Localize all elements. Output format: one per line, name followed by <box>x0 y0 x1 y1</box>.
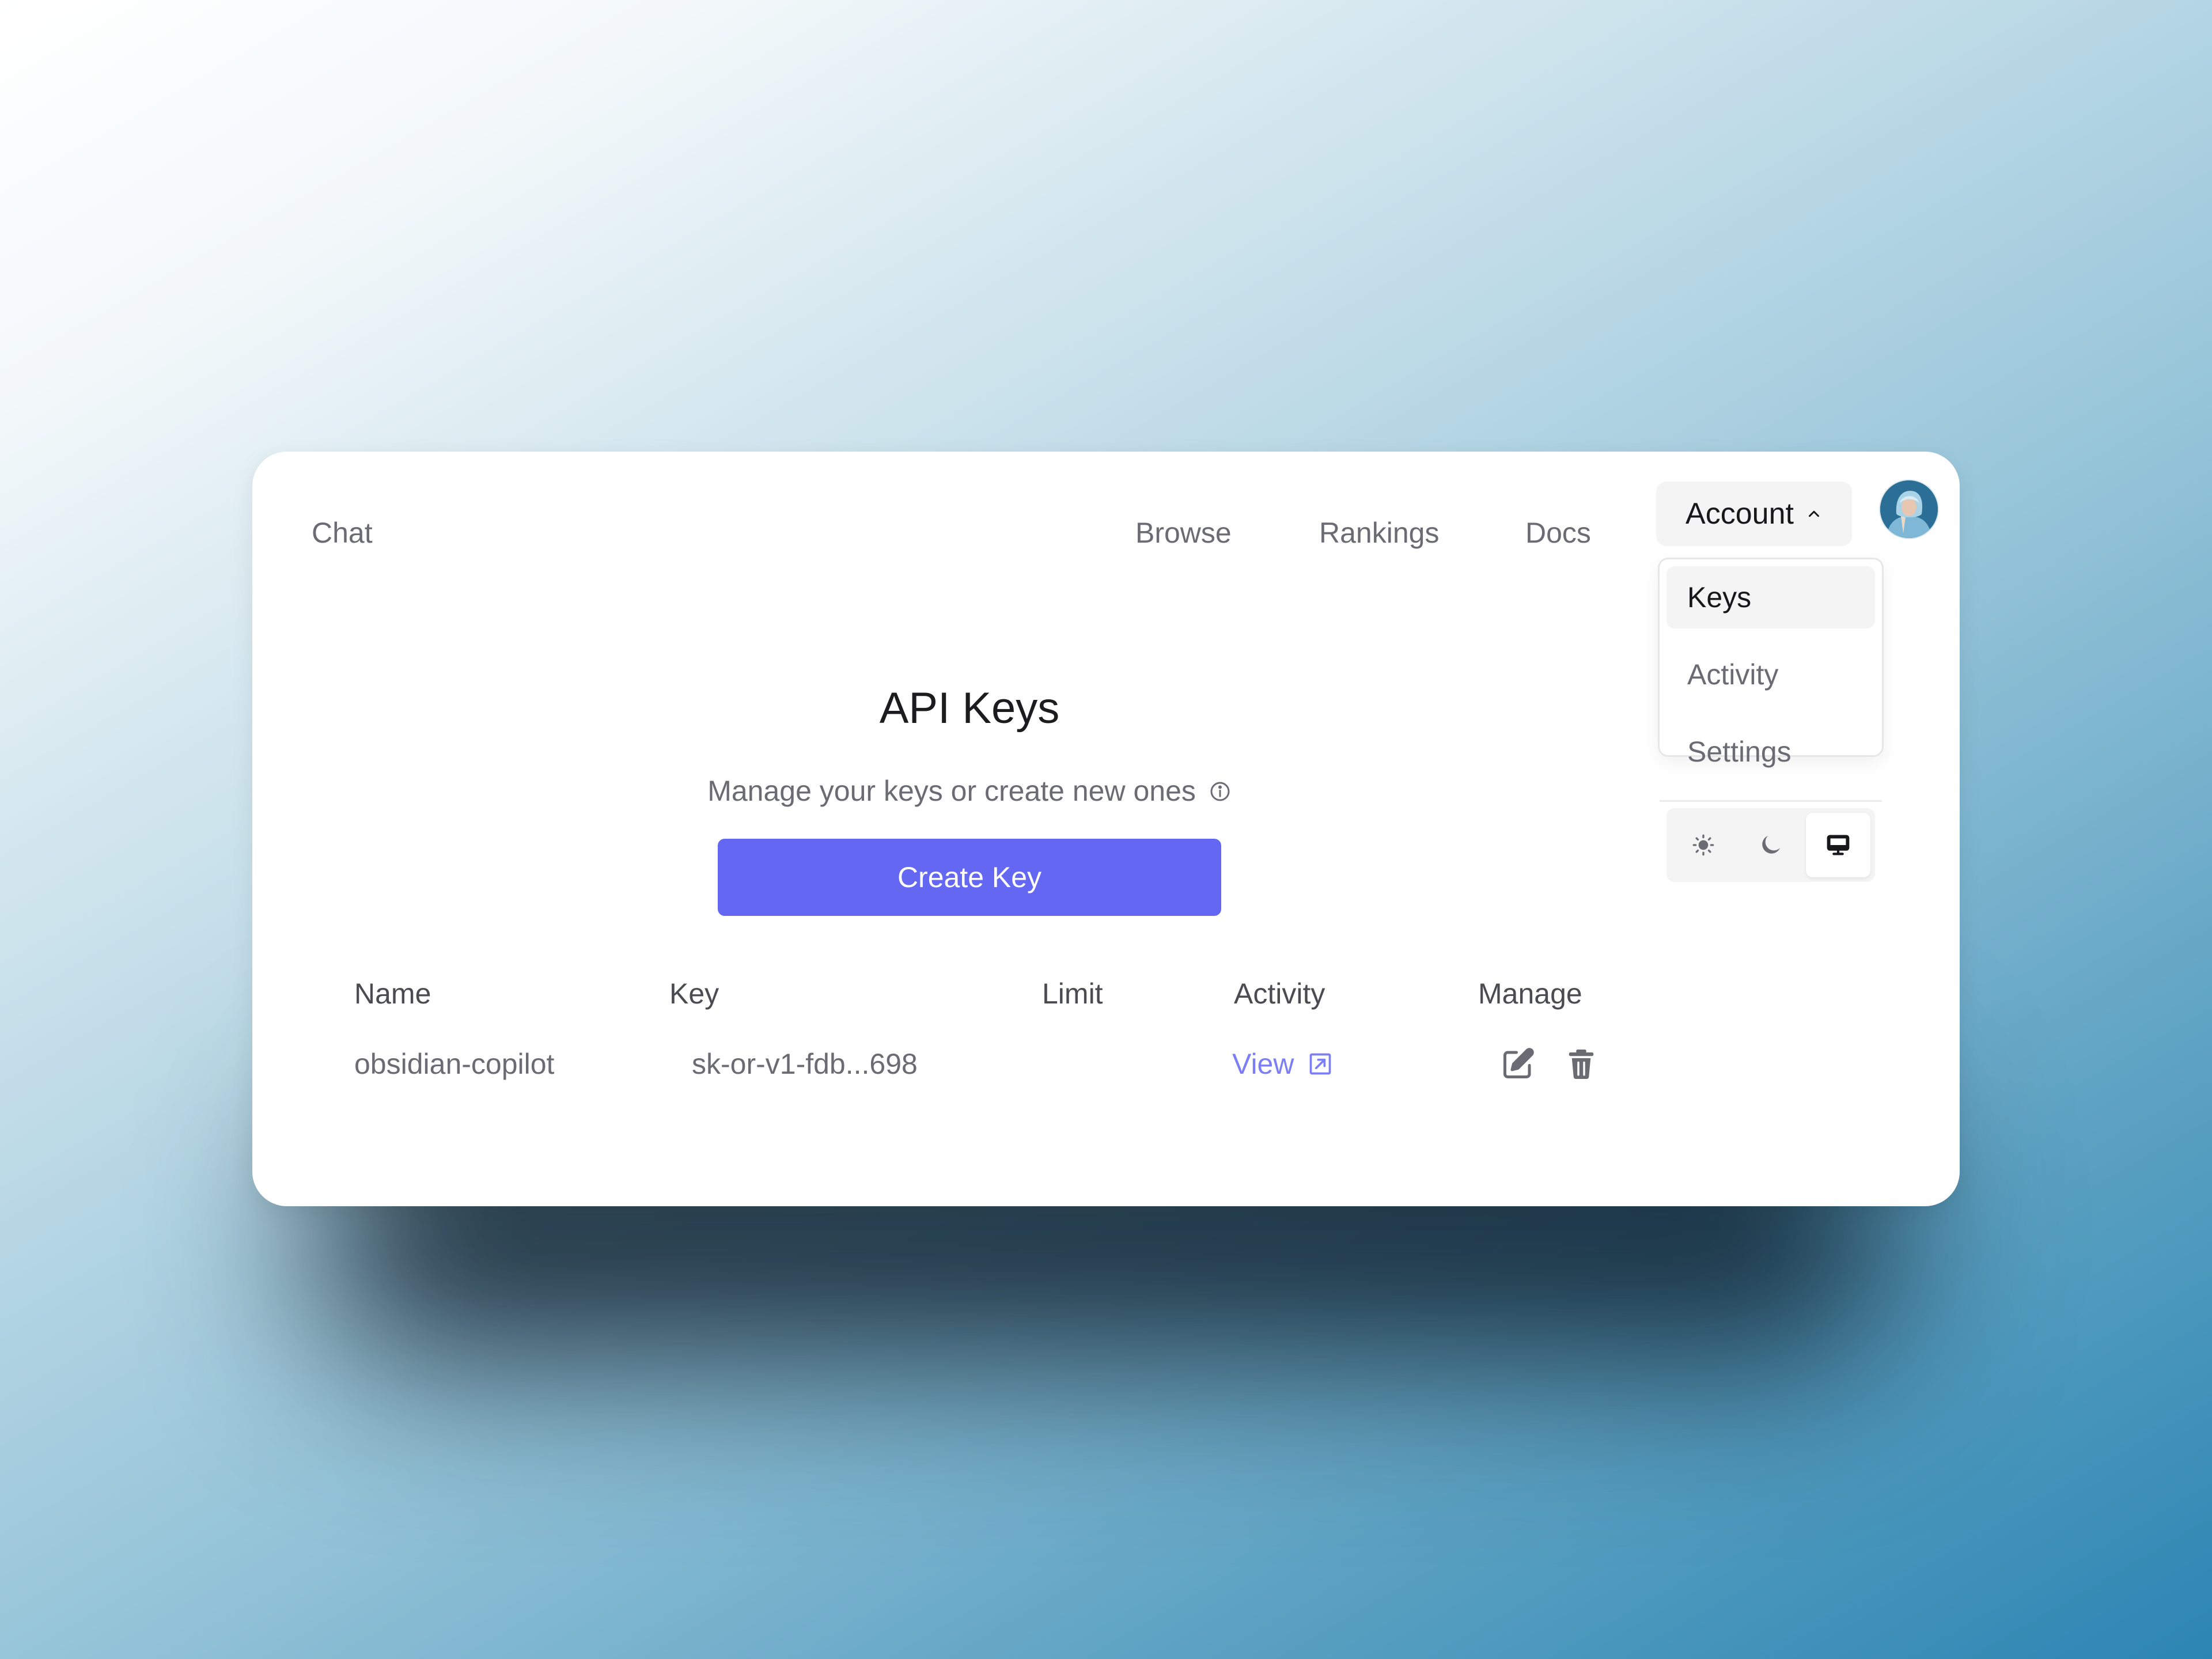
external-link-icon <box>1310 1053 1331 1075</box>
edit-icon[interactable] <box>1501 1047 1535 1081</box>
app-window: Chat Browse Rankings Docs Account Keys A… <box>252 452 1960 1206</box>
menu-divider <box>1660 800 1882 802</box>
account-label: Account <box>1685 497 1794 531</box>
key-value-cell: sk-or-v1-fdb...698 <box>692 1048 918 1080</box>
activity-view-link[interactable]: View <box>1232 1044 1333 1084</box>
page-subtitle: Manage your keys or create new ones <box>252 771 1687 811</box>
column-header-name: Name <box>354 978 431 1010</box>
avatar[interactable] <box>1880 480 1938 538</box>
account-dropdown: Keys Activity Settings <box>1658 558 1884 882</box>
menu-item-label: Activity <box>1687 658 1779 691</box>
menu-item-activity[interactable]: Activity <box>1666 643 1875 706</box>
menu-item-keys[interactable]: Keys <box>1666 566 1875 628</box>
menu-item-label: Settings <box>1687 736 1791 768</box>
menu-item-label: Keys <box>1687 581 1752 613</box>
sun-icon <box>1692 834 1714 856</box>
trash-icon[interactable] <box>1564 1047 1599 1081</box>
nav-chat[interactable]: Chat <box>312 513 373 553</box>
create-key-button[interactable]: Create Key <box>718 839 1221 916</box>
account-menu-button[interactable]: Account <box>1656 482 1852 546</box>
nav-docs[interactable]: Docs <box>1525 513 1591 553</box>
nav-browse[interactable]: Browse <box>1135 513 1232 553</box>
view-link-label: View <box>1232 1048 1294 1080</box>
column-header-activity: Activity <box>1234 978 1325 1010</box>
menu-item-settings[interactable]: Settings <box>1666 721 1875 783</box>
theme-light-button[interactable] <box>1671 813 1736 877</box>
theme-system-button[interactable] <box>1806 813 1870 877</box>
subtitle-text: Manage your keys or create new ones <box>707 775 1196 807</box>
nav-rankings[interactable]: Rankings <box>1319 513 1439 553</box>
info-icon[interactable] <box>1209 780 1232 803</box>
monitor-icon <box>1827 835 1850 855</box>
theme-switcher <box>1666 808 1875 882</box>
column-header-limit: Limit <box>1042 978 1103 1010</box>
column-header-key: Key <box>669 978 719 1010</box>
theme-dark-button[interactable] <box>1738 813 1803 877</box>
page-title: API Keys <box>879 684 1060 733</box>
chevron-up-icon <box>1808 510 1819 517</box>
moon-icon <box>1762 836 1780 854</box>
column-header-manage: Manage <box>1478 978 1582 1010</box>
key-name-cell: obsidian-copilot <box>354 1048 555 1080</box>
avatar-image <box>1880 480 1938 538</box>
